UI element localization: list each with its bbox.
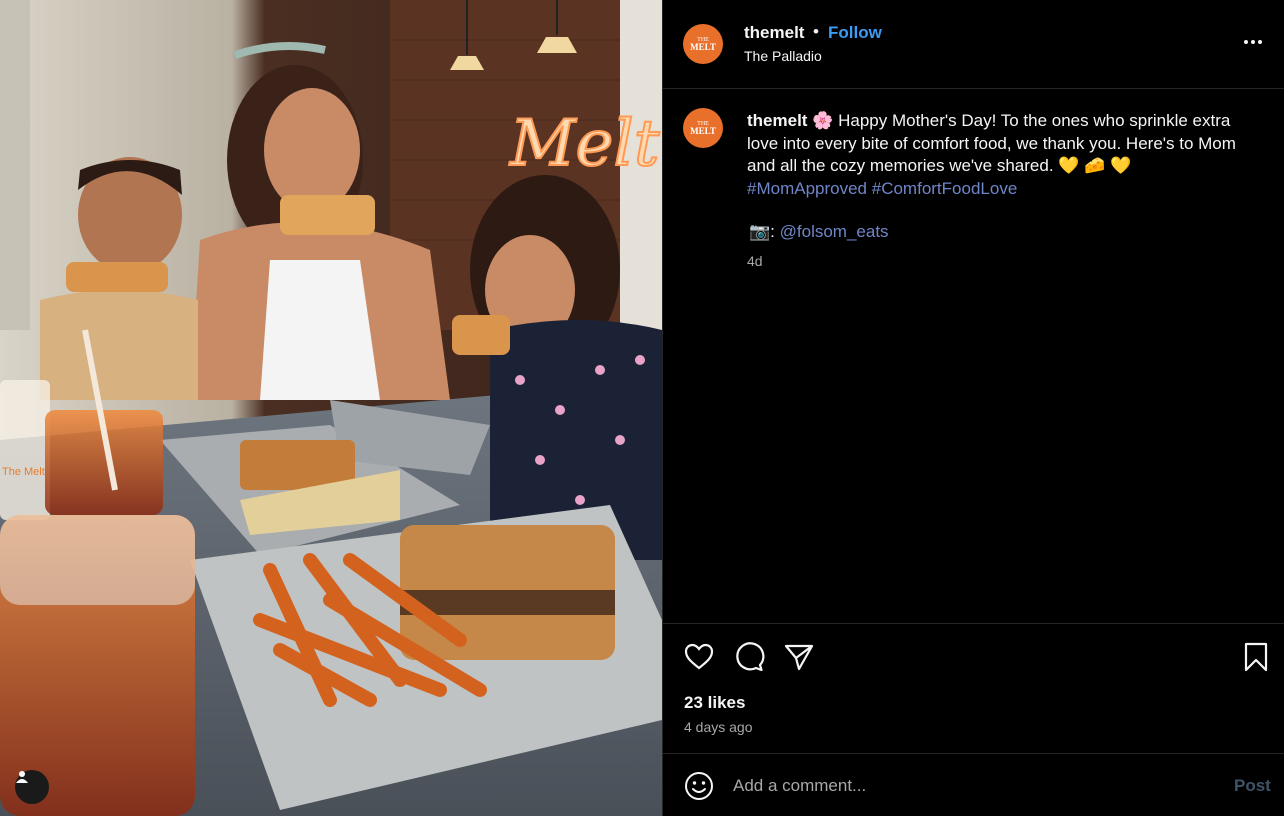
flower-emoji: 🌸 <box>812 111 834 130</box>
avatar[interactable]: THE MELT <box>683 24 723 64</box>
credit-separator: : <box>770 222 775 241</box>
camera-emoji: 📷 <box>749 222 771 241</box>
heart-icon[interactable] <box>683 641 715 673</box>
share-icon[interactable] <box>783 641 815 673</box>
caption-age: 4d <box>747 253 763 269</box>
comment-icon[interactable] <box>733 641 765 673</box>
post-details-panel: THE MELT themelt • Follow The Palladio T… <box>662 0 1284 816</box>
follow-button[interactable]: Follow <box>828 23 882 43</box>
separator-dot: • <box>813 22 819 41</box>
bookmark-icon[interactable] <box>1240 641 1272 673</box>
emoji-icon[interactable] <box>683 770 715 802</box>
tagged-users-button[interactable] <box>15 770 49 804</box>
post-timestamp: 4 days ago <box>684 719 753 735</box>
credit-handle-link[interactable]: @folsom_eats <box>780 222 889 241</box>
post-caption: themelt 🌸 Happy Mother's Day! To the one… <box>747 110 1257 200</box>
cup-label: The Melt <box>2 466 45 478</box>
avatar-text-bottom: MELT <box>690 125 716 136</box>
caption-username[interactable]: themelt <box>747 111 807 130</box>
likes-count[interactable]: 23 likes <box>684 693 745 713</box>
location-link[interactable]: The Palladio <box>744 48 822 64</box>
neon-sign: Melt <box>509 107 660 181</box>
post-comment-button[interactable]: Post <box>1234 776 1271 796</box>
username-link[interactable]: themelt <box>744 23 804 43</box>
user-icon <box>16 771 28 783</box>
caption-avatar[interactable]: THE MELT <box>683 108 723 148</box>
avatar-text-bottom: MELT <box>690 41 716 52</box>
post-header: THE MELT themelt • Follow The Palladio <box>663 0 1284 89</box>
photo-credit: 📷: @folsom_eats <box>749 222 889 242</box>
comment-input[interactable] <box>733 772 1213 800</box>
post-photo[interactable]: Melt The Melt <box>0 0 662 816</box>
more-options-icon[interactable] <box>1241 30 1265 54</box>
photo-illustration: Melt The Melt <box>0 0 662 816</box>
caption-emojis: 💛 🧀 💛 <box>1058 156 1132 175</box>
comment-divider <box>663 753 1284 754</box>
hashtag-mom-approved[interactable]: #MomApproved <box>747 179 867 198</box>
hashtag-comfort-food-love[interactable]: #ComfortFoodLove <box>872 179 1018 198</box>
actions-divider <box>663 623 1284 624</box>
